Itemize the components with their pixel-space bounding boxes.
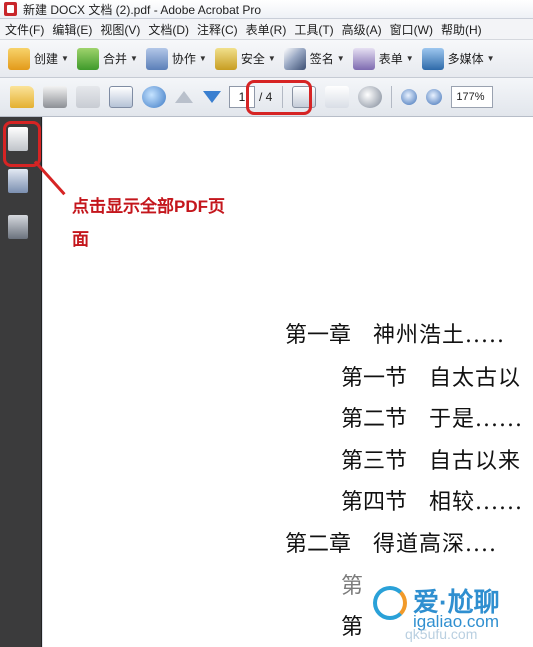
signatures-panel-icon[interactable] bbox=[8, 215, 28, 239]
callout-line-1: 点击显示全部PDF页 bbox=[72, 197, 225, 216]
page-number-highlight bbox=[246, 80, 312, 115]
menu-advanced[interactable]: 高级(A) bbox=[340, 21, 388, 38]
menu-window[interactable]: 窗口(W) bbox=[388, 21, 439, 38]
tasks-toolbar: 创建 ▼ 合并 ▼ 协作 ▼ 安全 ▼ 签名 ▼ 表单 ▼ 多媒体 ▼ bbox=[0, 40, 533, 78]
save-icon[interactable] bbox=[76, 86, 100, 108]
toc-line: 第一节 自太古以 bbox=[341, 360, 521, 392]
menu-tools[interactable]: 工具(T) bbox=[292, 21, 339, 38]
next-page-icon[interactable] bbox=[203, 91, 221, 103]
forms-button[interactable]: 表单 ▼ bbox=[352, 46, 414, 72]
lock-icon bbox=[214, 47, 237, 70]
film-icon bbox=[421, 47, 444, 70]
toc-line: 第四节 相较...... bbox=[341, 484, 523, 516]
acrobat-window: 新建 DOCX 文档 (2).pdf - Adobe Acrobat Pro 文… bbox=[0, 0, 533, 647]
merge-icon bbox=[76, 47, 99, 70]
previous-page-icon[interactable] bbox=[175, 91, 193, 103]
acrobat-pdf-icon bbox=[4, 2, 17, 16]
security-button[interactable]: 安全 ▼ bbox=[214, 46, 276, 72]
callout-line-2: 面 bbox=[72, 230, 89, 249]
watermark-logo-icon bbox=[373, 586, 407, 620]
collaborate-icon bbox=[145, 47, 168, 70]
forms-label: 表单 bbox=[378, 52, 403, 66]
toc-line: 第二章 得道高深.... bbox=[285, 526, 497, 558]
create-pdf-icon bbox=[8, 47, 30, 70]
security-label: 安全 bbox=[240, 52, 265, 66]
form-icon bbox=[352, 47, 375, 70]
chevron-down-icon: ▼ bbox=[198, 54, 207, 63]
menu-help[interactable]: 帮助(H) bbox=[439, 21, 488, 38]
create-button[interactable]: 创建 ▼ bbox=[8, 46, 69, 72]
menu-view[interactable]: 视图(V) bbox=[98, 21, 146, 38]
toc-line: 第二节 于是...... bbox=[341, 401, 523, 433]
multimedia-button[interactable]: 多媒体 ▼ bbox=[421, 46, 495, 72]
chevron-down-icon: ▼ bbox=[405, 54, 414, 63]
toc-label: 第 bbox=[341, 574, 364, 599]
email-icon[interactable] bbox=[109, 86, 133, 108]
title-bar: 新建 DOCX 文档 (2).pdf - Adobe Acrobat Pro bbox=[0, 0, 533, 19]
menu-forms[interactable]: 表单(R) bbox=[244, 21, 293, 38]
toc-label: 第四节 bbox=[341, 490, 408, 515]
toc-text: 自古以来 bbox=[429, 449, 522, 474]
chevron-down-icon: ▼ bbox=[61, 54, 69, 63]
create-label: 创建 bbox=[34, 52, 59, 66]
zoom-out-icon[interactable] bbox=[401, 89, 418, 105]
callout-annotation: 点击显示全部PDF页 面 bbox=[72, 190, 272, 256]
toc-text: 于是...... bbox=[429, 407, 523, 432]
chevron-down-icon: ▼ bbox=[486, 54, 495, 63]
toc-label: 第一节 bbox=[341, 366, 408, 391]
toc-text: 自太古以 bbox=[429, 366, 522, 391]
toc-label: 第 bbox=[341, 615, 364, 640]
toc-line: 第一章 神州浩土..... bbox=[285, 317, 505, 349]
watermark-faint-url: qk5ufu.com bbox=[405, 626, 478, 642]
menu-file[interactable]: 文件(F) bbox=[3, 21, 50, 38]
open-folder-icon[interactable] bbox=[10, 86, 34, 108]
chevron-down-icon: ▼ bbox=[267, 54, 276, 63]
toc-text: 神州浩土..... bbox=[373, 323, 505, 348]
navigation-pane bbox=[0, 117, 42, 647]
menu-comments[interactable]: 注释(C) bbox=[195, 21, 244, 38]
merge-label: 合并 bbox=[102, 52, 127, 66]
menu-edit[interactable]: 编辑(E) bbox=[50, 21, 98, 38]
zoom-level-input[interactable]: 177% bbox=[451, 86, 494, 108]
site-watermark: 爱·尬聊 igaliao.com qk5ufu.com bbox=[365, 578, 533, 647]
zoom-tool-icon[interactable] bbox=[358, 86, 383, 108]
sign-label: 签名 bbox=[309, 52, 334, 66]
print-icon[interactable] bbox=[43, 86, 67, 108]
window-title: 新建 DOCX 文档 (2).pdf - Adobe Acrobat Pro bbox=[23, 2, 262, 17]
toc-label: 第一章 bbox=[285, 323, 352, 348]
pen-icon bbox=[283, 47, 306, 70]
toc-label: 第二章 bbox=[285, 532, 352, 557]
multimedia-label: 多媒体 bbox=[447, 52, 484, 66]
collaborate-label: 协作 bbox=[171, 52, 196, 66]
toc-text: 相较...... bbox=[429, 490, 523, 515]
chevron-down-icon: ▼ bbox=[336, 54, 345, 63]
menu-bar: 文件(F) 编辑(E) 视图(V) 文档(D) 注释(C) 表单(R) 工具(T… bbox=[0, 19, 533, 40]
toolbar-separator bbox=[391, 86, 393, 108]
toc-text: 得道高深.... bbox=[373, 532, 497, 557]
toc-label: 第三节 bbox=[341, 449, 408, 474]
zoom-in-icon[interactable] bbox=[426, 89, 443, 105]
toc-label: 第二节 bbox=[341, 407, 408, 432]
web-upload-icon[interactable] bbox=[142, 86, 166, 108]
sign-button[interactable]: 签名 ▼ bbox=[283, 46, 345, 72]
toc-line: 第三节 自古以来 bbox=[341, 443, 521, 475]
menu-document[interactable]: 文档(D) bbox=[146, 21, 195, 38]
collaborate-button[interactable]: 协作 ▼ bbox=[145, 46, 207, 72]
chevron-down-icon: ▼ bbox=[129, 54, 138, 63]
bookmarks-panel-icon[interactable] bbox=[8, 169, 28, 193]
merge-button[interactable]: 合并 ▼ bbox=[76, 46, 138, 72]
hand-tool-icon[interactable] bbox=[325, 86, 350, 108]
